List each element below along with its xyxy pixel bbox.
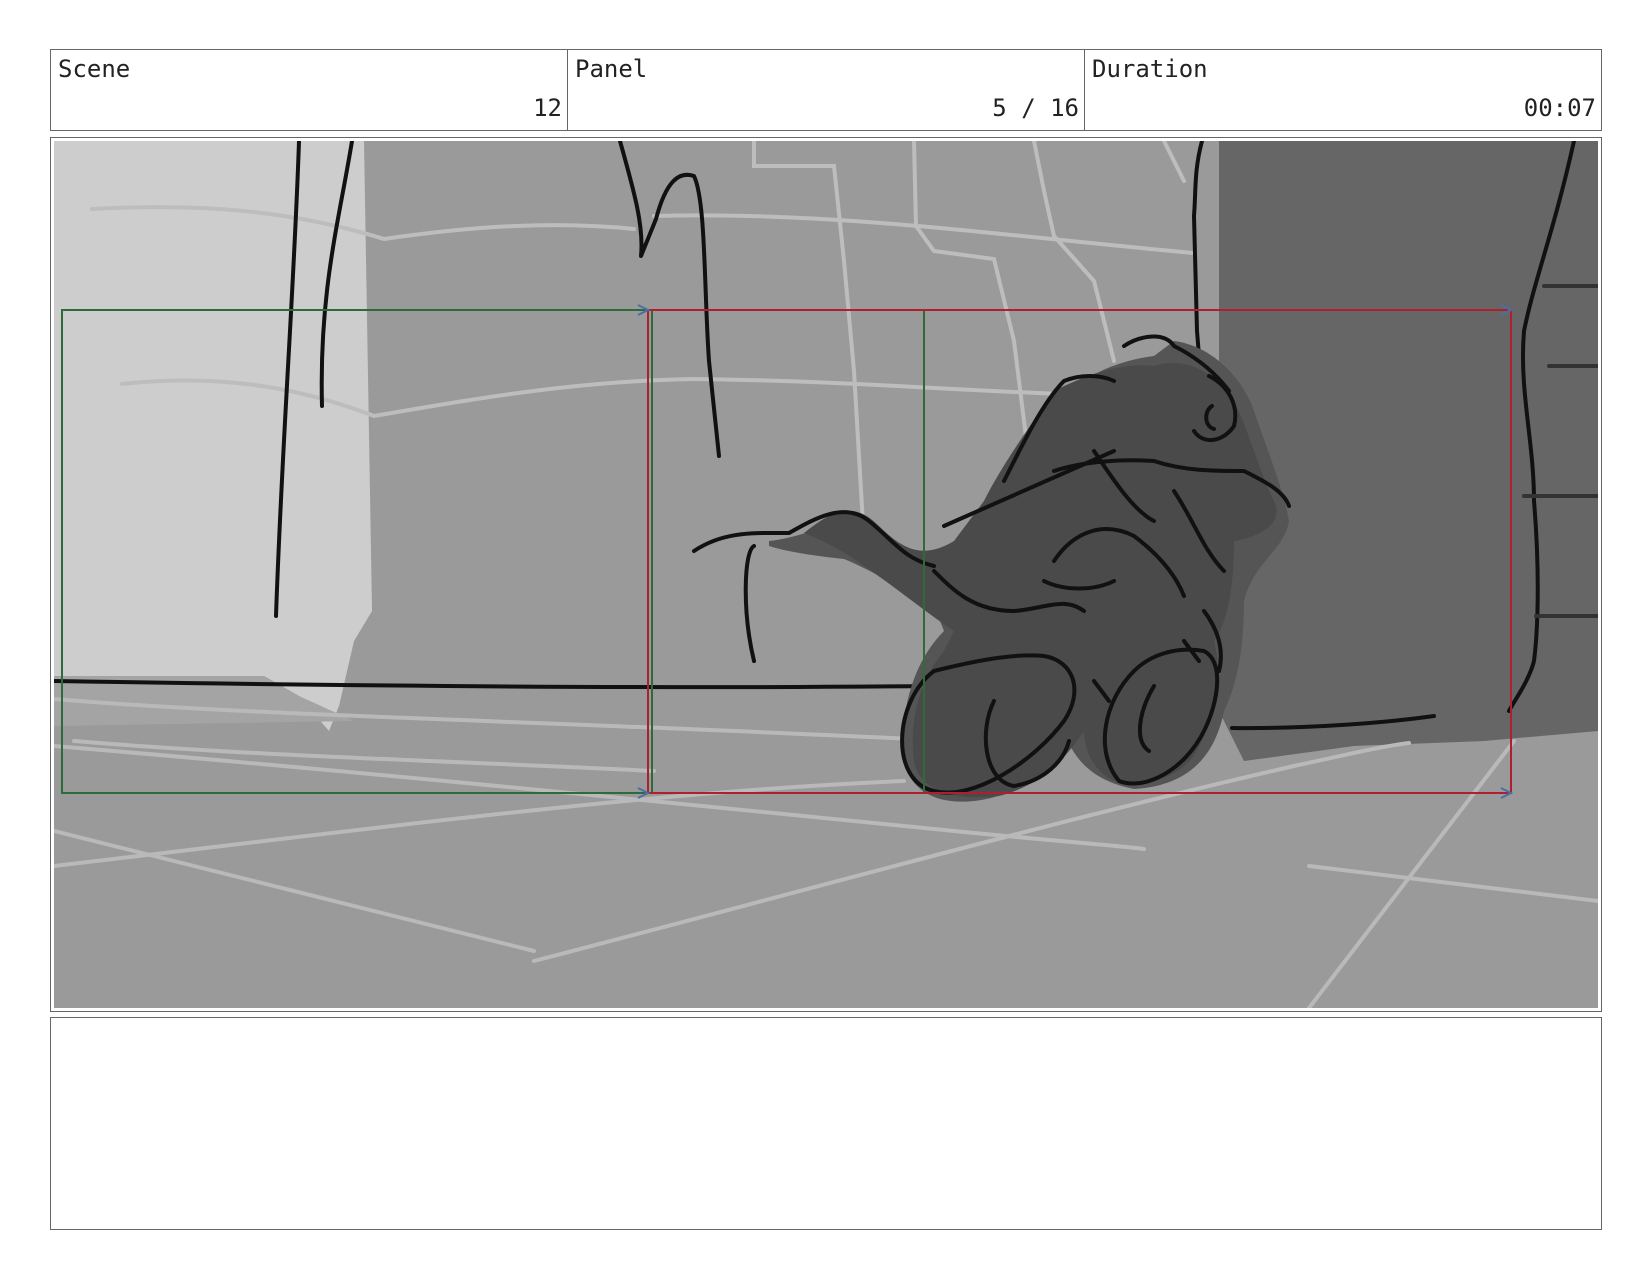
panel-info-header: Scene 12 Panel 5 / 16 Duration 00:07 [50, 49, 1602, 131]
panel-sketch [54, 141, 1598, 1008]
storyboard-panel [50, 137, 1602, 1012]
panel-cell: Panel 5 / 16 [568, 50, 1085, 130]
panel-label: Panel [575, 55, 648, 83]
panel-notes-box[interactable] [50, 1017, 1602, 1230]
duration-label: Duration [1092, 55, 1208, 83]
panel-number: 5 / 16 [992, 94, 1079, 122]
scene-number: 12 [533, 94, 562, 122]
scene-cell: Scene 12 [51, 50, 568, 130]
left-light-wall [54, 141, 372, 731]
duration-value: 00:07 [1523, 94, 1596, 122]
right-dark-wall [1219, 141, 1598, 761]
scene-label: Scene [58, 55, 131, 83]
duration-cell: Duration 00:07 [1085, 50, 1601, 130]
